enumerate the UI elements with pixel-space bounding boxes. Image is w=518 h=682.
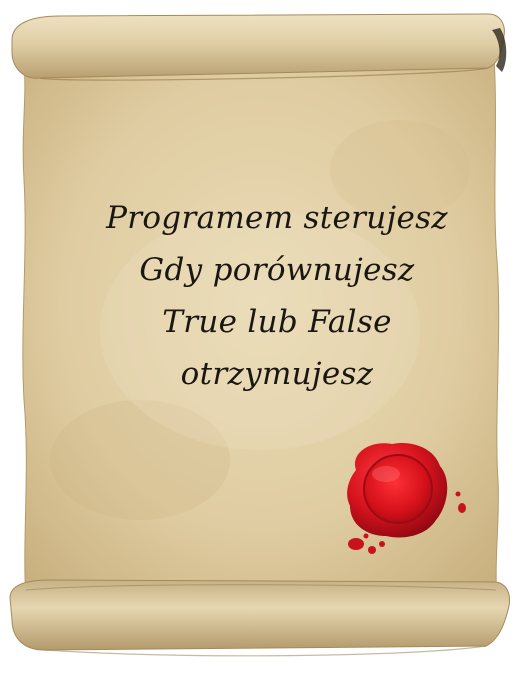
- parchment-scroll: Programem sterujesz Gdy porównujesz True…: [0, 0, 518, 682]
- poem-line-4: otrzymujesz: [180, 356, 374, 392]
- poem-line-3: True lub False: [162, 304, 392, 340]
- poem-line-1: Programem sterujesz: [106, 200, 448, 236]
- top-roll: [11, 13, 505, 79]
- poem-text: Programem sterujesz Gdy porównujesz True…: [40, 192, 514, 400]
- bottom-roll: [9, 579, 510, 651]
- poem-line-2: Gdy porównujesz: [139, 252, 415, 288]
